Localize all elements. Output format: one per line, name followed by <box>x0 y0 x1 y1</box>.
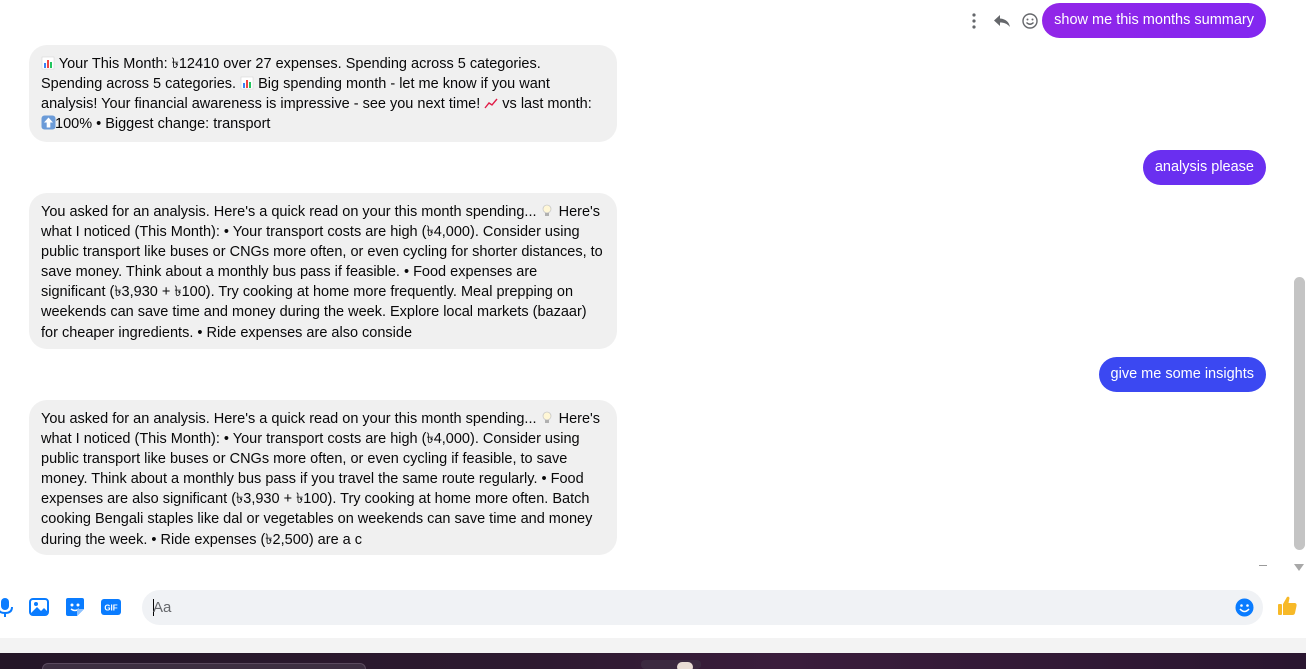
light-bulb-emoji <box>541 411 555 425</box>
message-actions <box>964 8 1040 34</box>
message-input[interactable] <box>153 590 1223 625</box>
taskbar-search[interactable] <box>42 663 366 669</box>
more-options-icon[interactable] <box>964 9 984 33</box>
message-text: vs last month: <box>502 96 592 113</box>
outgoing-message[interactable]: show me this months summary <box>1042 3 1266 38</box>
light-bulb-emoji <box>541 204 555 218</box>
gif-label: GIF <box>104 604 117 613</box>
thumbs-up-icon[interactable] <box>1276 594 1300 618</box>
taskbar-app-icon[interactable] <box>677 662 693 669</box>
message-thread[interactable]: show me this months summary Your This Mo… <box>0 0 1292 574</box>
scrollbar[interactable] <box>1292 0 1306 574</box>
os-taskbar <box>0 653 1306 669</box>
react-icon[interactable] <box>1020 9 1040 33</box>
sender-avatar[interactable] <box>1 538 13 542</box>
bar-chart-emoji <box>240 76 254 90</box>
outgoing-message[interactable]: analysis please <box>1142 150 1266 185</box>
chart-increasing-emoji <box>484 96 498 110</box>
incoming-message[interactable]: Your This Month: ৳12410 over 27 expenses… <box>29 45 617 142</box>
messenger-window: show me this months summary Your This Mo… <box>0 0 1306 669</box>
up-arrow-emoji <box>41 115 56 130</box>
gif-icon[interactable]: GIF <box>100 596 122 618</box>
message-text: 100% • Biggest change: transport <box>55 116 271 133</box>
message-input-box[interactable] <box>142 590 1263 625</box>
message-composer: GIF <box>0 574 1306 638</box>
incoming-message[interactable]: You asked for an analysis. Here's a quic… <box>29 400 617 555</box>
scroll-indicator <box>1259 565 1267 566</box>
scrollbar-thumb[interactable] <box>1294 277 1305 550</box>
incoming-message[interactable]: You asked for an analysis. Here's a quic… <box>29 193 617 349</box>
image-icon[interactable] <box>28 596 50 618</box>
message-text: Here's what I noticed (This Month): • Yo… <box>41 204 603 341</box>
sender-avatar[interactable] <box>1 332 13 336</box>
message-text: Here's what I noticed (This Month): • Yo… <box>41 411 601 548</box>
reply-icon[interactable] <box>992 9 1012 33</box>
outgoing-message[interactable]: give me some insights <box>1098 357 1266 392</box>
emoji-icon[interactable] <box>1235 598 1254 617</box>
bar-chart-emoji <box>41 56 55 70</box>
sender-avatar[interactable] <box>1 125 13 129</box>
message-text: You asked for an analysis. Here's a quic… <box>41 204 537 220</box>
scroll-down-icon[interactable] <box>1293 560 1305 572</box>
microphone-icon[interactable] <box>0 596 16 618</box>
message-text: You asked for an analysis. Here's a quic… <box>41 411 537 427</box>
sticker-icon[interactable] <box>64 596 86 618</box>
window-bottom-edge <box>0 638 1306 653</box>
